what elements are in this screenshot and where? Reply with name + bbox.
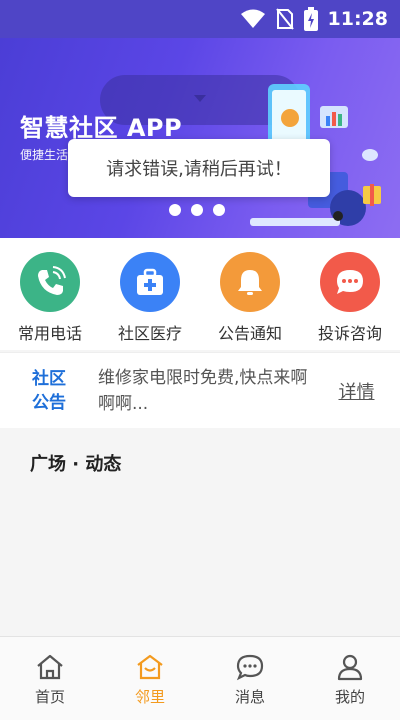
tab-label: 消息 [234, 688, 265, 706]
bell-icon [220, 252, 280, 312]
banner-carousel[interactable]: 智慧社区 APP 便捷生活 请求错误,请稍后再试！ [0, 38, 400, 238]
tab-label: 邻里 [134, 688, 165, 706]
tab-neighbor[interactable]: 邻里 [100, 637, 200, 720]
tab-messages[interactable]: 消息 [200, 637, 300, 720]
tab-home[interactable]: 首页 [0, 637, 100, 720]
chat-bubble-icon [320, 252, 380, 312]
carousel-dot[interactable] [169, 204, 181, 216]
person-icon [337, 654, 363, 681]
home-icon [37, 654, 63, 680]
phone-icon [20, 252, 80, 312]
banner-title: 智慧社区 APP [20, 114, 183, 142]
quick-action-label: 公告通知 [217, 324, 282, 343]
carousel-indicator [0, 204, 397, 216]
quick-action-notice[interactable]: 公告通知 [200, 238, 300, 350]
quick-action-label: 常用电话 [17, 324, 82, 343]
bottom-tab-bar: 首页 邻里 消息 我的 [0, 636, 400, 720]
quick-actions: 常用电话 社区医疗 公告通知 投诉咨询 [0, 238, 400, 350]
notice-detail-link[interactable]: 详情 [313, 378, 400, 404]
notice-tag-line: 公告 [32, 392, 66, 413]
feed-section-title: 广场 · 动态 [30, 454, 122, 475]
notice-tag-line: 社区 [32, 368, 66, 389]
medical-kit-icon [120, 252, 180, 312]
quick-action-medical[interactable]: 社区医疗 [100, 238, 200, 350]
tab-profile[interactable]: 我的 [300, 637, 400, 720]
community-notice[interactable]: 社区 公告 维修家电限时免费,快点来啊啊啊... 详情 [0, 352, 400, 428]
wifi-icon [240, 9, 266, 29]
message-icon [236, 654, 264, 681]
quick-action-label: 投诉咨询 [317, 324, 382, 343]
carousel-dot[interactable] [213, 204, 225, 216]
quick-action-complaint[interactable]: 投诉咨询 [300, 238, 400, 350]
quick-action-label: 社区医疗 [117, 324, 182, 343]
notice-tag: 社区 公告 [0, 367, 98, 415]
carousel-dot[interactable] [191, 204, 203, 216]
error-toast: 请求错误,请稍后再试！ [68, 139, 330, 197]
no-sim-icon [275, 8, 294, 30]
status-bar: 11:28 [0, 0, 400, 38]
tab-label: 我的 [334, 688, 365, 706]
banner-subtitle: 便捷生活 [20, 148, 69, 162]
tab-label: 首页 [34, 688, 65, 706]
notice-text: 维修家电限时免费,快点来啊啊啊... [98, 367, 308, 414]
neighbor-house-icon [137, 654, 163, 680]
status-time: 11:28 [327, 8, 388, 30]
battery-charging-icon [303, 7, 318, 31]
quick-action-phone[interactable]: 常用电话 [0, 238, 100, 350]
